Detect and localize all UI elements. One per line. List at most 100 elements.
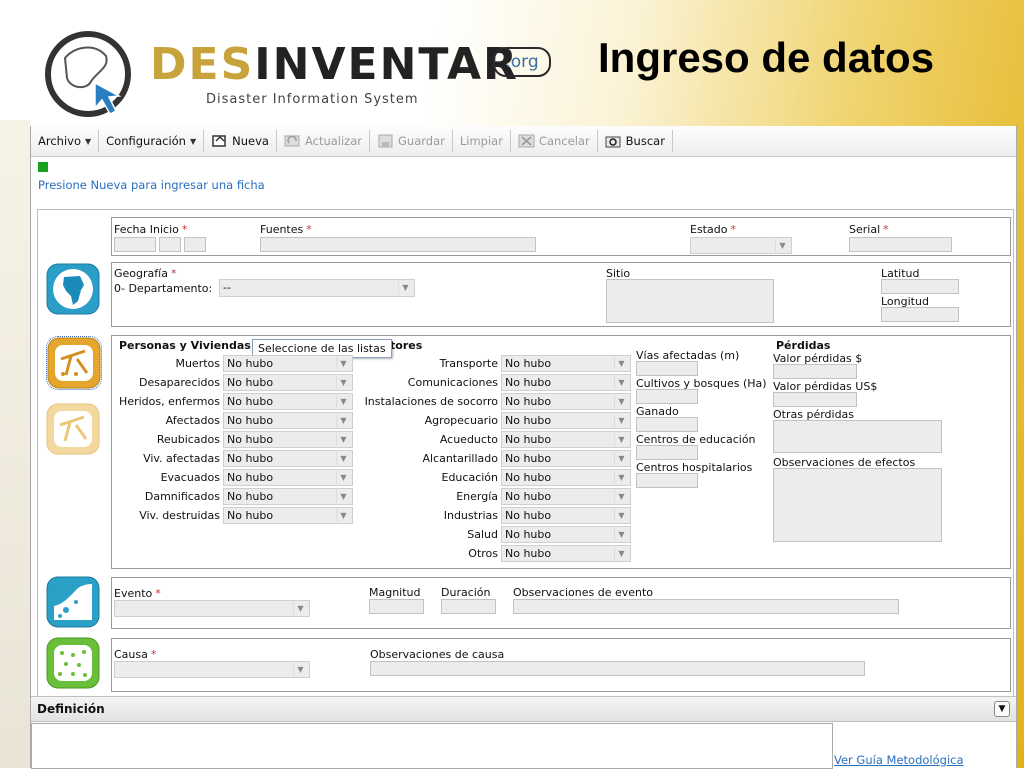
evento-label: Evento * [114,587,161,600]
geography-panel: Geografía * 0- Departamento: -- ▼ Sitio La… [111,262,1011,327]
actualizar-button[interactable]: Actualizar [277,130,370,152]
personas-8-select[interactable]: No hubo ▼ [223,507,353,524]
sectores-3-select[interactable]: No hubo ▼ [501,412,631,429]
personas-5-label: Viv. afectadas [143,452,220,465]
cancel-icon [518,134,535,148]
caret-down-icon: ▼ [85,136,92,146]
sectores-5-select[interactable]: No hubo ▼ [501,450,631,467]
personas-4-select[interactable]: No hubo ▼ [223,431,353,448]
definition-area [31,723,833,769]
personas-6-select[interactable]: No hubo ▼ [223,469,353,486]
fecha-year-input[interactable] [114,237,156,252]
sectores-4-label: Acueducto [439,433,498,446]
serial-input[interactable] [849,237,952,252]
status-indicator [38,162,48,172]
serial-label: Serial * [849,223,889,236]
definition-bar: Definición ▼ [31,696,1016,722]
longitud-input[interactable] [881,307,959,322]
sectores-3-label: Agropecuario [424,414,498,427]
infra-4-input[interactable] [636,473,698,488]
desinventar-logo-icon [45,31,131,117]
personas-6-label: Evacuados [160,471,220,484]
sectores-2-select[interactable]: No hubo ▼ [501,393,631,410]
sectores-1-label: Comunicaciones [407,376,498,389]
app-window: Archivo ▼ Configuración ▼ Nueva Actualizar… [30,126,1017,769]
personas-2-select[interactable]: No hubo ▼ [223,393,353,410]
observaciones-evento-label: Observaciones de evento [513,586,654,599]
magnitud-input[interactable] [369,599,424,614]
departamento-select[interactable]: -- ▼ [219,279,415,297]
sectores-9-select[interactable]: No hubo ▼ [501,526,631,543]
chevron-down-icon: ▼ [336,395,350,408]
sectores-4-select[interactable]: No hubo ▼ [501,431,631,448]
duracion-label: Duración [441,586,491,599]
estado-select[interactable]: ▼ [690,237,792,254]
limpiar-button[interactable]: Limpiar [453,130,511,152]
chevron-down-icon: ▼ [614,357,628,370]
sectores-5-label: Alcantarillado [422,452,498,465]
event-icon [46,576,100,628]
slide-title: Ingreso de datos [598,34,935,81]
observaciones-evento-input[interactable] [513,599,899,614]
infra-1-input[interactable] [636,389,698,404]
chevron-down-icon: ▼ [614,528,628,541]
latitud-input[interactable] [881,279,959,294]
caret-down-icon: ▼ [189,136,197,146]
cancelar-button[interactable]: Cancelar [511,130,598,152]
sectores-1-select[interactable]: No hubo ▼ [501,374,631,391]
fuentes-input[interactable] [260,237,536,252]
new-record-icon [212,135,226,147]
archivo-menu[interactable]: Archivo ▼ [31,130,100,152]
sectores-8-select[interactable]: No hubo ▼ [501,507,631,524]
chevron-down-icon: ▼ [336,452,350,465]
sectores-10-select[interactable]: No hubo ▼ [501,545,631,562]
header-panel: Fecha Inicio * Fuentes * Estado * ▼ Serial * [111,217,1011,256]
fuentes-label: Fuentes * [260,223,312,236]
nueva-button[interactable]: Nueva [204,130,277,152]
infra-3-input[interactable] [636,445,698,460]
departamento-label: 0- Departamento: [114,282,213,295]
personas-7-select[interactable]: No hubo ▼ [223,488,353,505]
chevron-down-icon: ▼ [336,357,350,370]
chevron-down-icon: ▼ [336,471,350,484]
fecha-month-input[interactable] [159,237,181,252]
causa-label: Causa * [114,648,157,661]
chevron-down-icon: ▼ [614,452,628,465]
buscar-button[interactable]: Buscar [598,130,673,152]
valor-perdidas-input[interactable] [773,364,857,379]
fecha-inicio-label: Fecha Inicio * [114,223,188,236]
status-message: Presione Nueva para ingresar una ficha [38,178,265,192]
effects-tools-faded-icon[interactable] [46,403,100,455]
valor-perdidas-usd-input[interactable] [773,392,857,407]
observaciones-causa-label: Observaciones de causa [370,648,505,661]
infra-2-input[interactable] [636,417,698,432]
personas-5-select[interactable]: No hubo ▼ [223,450,353,467]
evento-select[interactable]: ▼ [114,600,310,617]
observaciones-efectos-textarea[interactable] [773,468,942,542]
sectores-6-select[interactable]: No hubo ▼ [501,469,631,486]
collapse-icon[interactable]: ▼ [994,701,1010,717]
sitio-textarea[interactable] [606,279,774,323]
chevron-down-icon: ▼ [614,414,628,427]
observaciones-causa-input[interactable] [370,661,865,676]
chevron-down-icon: ▼ [398,281,412,294]
infra-0-input[interactable] [636,361,698,376]
configuracion-menu[interactable]: Configuración ▼ [99,130,205,152]
sectores-7-select[interactable]: No hubo ▼ [501,488,631,505]
sectores-0-select[interactable]: No hubo ▼ [501,355,631,372]
personas-0-select[interactable]: No hubo ▼ [223,355,353,372]
duracion-input[interactable] [441,599,496,614]
personas-3-select[interactable]: No hubo ▼ [223,412,353,429]
chevron-down-icon: ▼ [336,376,350,389]
fecha-day-input[interactable] [184,237,206,252]
guardar-button[interactable]: Guardar [370,130,453,152]
causa-select[interactable]: ▼ [114,661,310,678]
search-icon [605,136,621,148]
logo-org-badge: .org [493,47,551,77]
personas-1-select[interactable]: No hubo ▼ [223,374,353,391]
guide-link[interactable]: Ver Guía Metodológica [834,753,964,767]
otras-perdidas-textarea[interactable] [773,420,942,453]
slide-header: DESINVENTAR .org Disaster Information Sy… [0,0,1024,125]
effects-tools-icon[interactable] [46,336,102,390]
chevron-down-icon: ▼ [293,602,307,615]
